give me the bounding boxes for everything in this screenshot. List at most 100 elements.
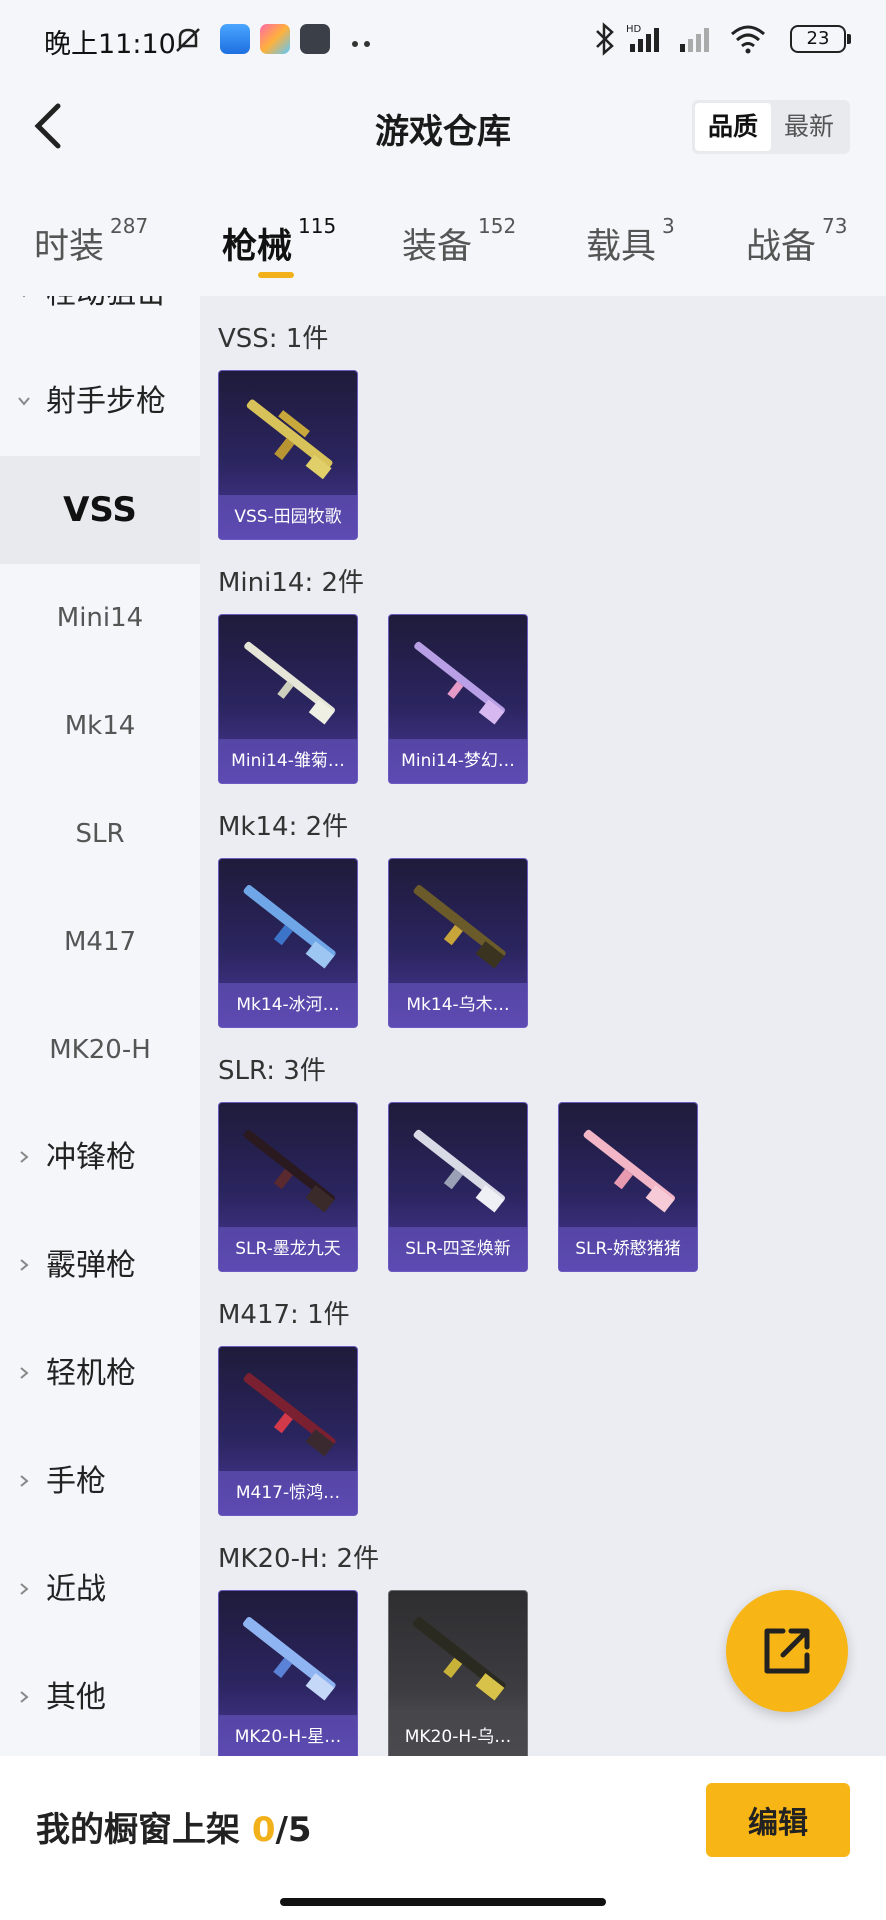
skin-card[interactable]: M417-惊鸿… — [218, 1346, 358, 1516]
skin-name: VSS-田园牧歌 — [219, 495, 357, 539]
skin-card[interactable]: Mini14-梦幻… — [388, 614, 528, 784]
category-tabs: 时装287 枪械115 装备152 载具3 战备73 — [0, 176, 886, 296]
tab-supplies[interactable]: 战备73 — [746, 214, 847, 269]
skin-card[interactable]: Mk14-乌木… — [388, 858, 528, 1028]
sidebar-item-shotgun[interactable]: 霰弹枪 — [0, 1212, 200, 1320]
skin-name: SLR-四圣焕新 — [389, 1227, 527, 1271]
section-label-mk20h: MK20-H: 2件 — [218, 1544, 380, 1574]
skin-card[interactable]: SLR-娇憨猪猪 — [558, 1102, 698, 1272]
sidebar-item-smg[interactable]: 冲锋枪 — [0, 1104, 200, 1212]
bottom-bar: 我的橱窗上架 0/5 编辑 — [0, 1756, 886, 1920]
signal-hd-icon: HD — [626, 22, 666, 58]
sidebar-item-label: 栓动狙击 — [46, 296, 166, 311]
tab-label: 载具 — [586, 227, 657, 267]
sort-quality-option[interactable]: 品质 — [695, 103, 771, 151]
skin-name: Mini14-雏菊… — [219, 739, 357, 783]
more-notifications-icon — [350, 34, 374, 53]
skin-card[interactable]: MK20-H-星… — [218, 1590, 358, 1756]
skin-card[interactable]: Mk14-冰河… — [218, 858, 358, 1028]
skin-name: M417-惊鸿… — [219, 1471, 357, 1515]
chevron-right-icon — [20, 1691, 29, 1703]
skin-card[interactable]: Mini14-雏菊… — [218, 614, 358, 784]
skin-card[interactable]: VSS-田园牧歌 — [218, 370, 358, 540]
sidebar-item-other[interactable]: 其他 — [0, 1644, 200, 1752]
status-bar: 晚上11:10 HD 23 — [0, 0, 886, 76]
header: 游戏仓库 品质 最新 — [0, 76, 886, 176]
sidebar-item-bolt-sniper[interactable]: 栓动狙击 — [0, 296, 200, 348]
sidebar-item-mini14[interactable]: Mini14 — [0, 564, 200, 672]
chevron-down-icon — [18, 397, 30, 406]
sidebar-item-marksman-rifle[interactable]: 射手步枪 — [0, 348, 200, 456]
tab-count: 73 — [822, 214, 848, 238]
rifle-icon — [243, 1373, 336, 1457]
tab-label: 战备 — [746, 227, 817, 267]
sidebar-item-mk20h[interactable]: MK20-H — [0, 996, 200, 1104]
edit-button[interactable]: 编辑 — [706, 1783, 850, 1857]
sidebar-item-m417[interactable]: M417 — [0, 888, 200, 996]
tab-vehicles[interactable]: 载具3 — [586, 214, 675, 269]
avatar-app-icon — [300, 24, 330, 54]
tab-count: 3 — [662, 214, 675, 238]
rifle-icon — [413, 1129, 505, 1213]
skin-name: Mk14-冰河… — [219, 983, 357, 1027]
chevron-right-icon — [20, 1367, 29, 1379]
section-label-slr: SLR: 3件 — [218, 1056, 326, 1086]
chevron-right-icon — [20, 1475, 29, 1487]
rifle-icon — [244, 641, 335, 725]
active-tab-indicator — [258, 272, 294, 278]
skin-name: MK20-H-乌… — [389, 1715, 527, 1756]
sort-toggle: 品质 最新 — [692, 100, 850, 154]
app-notification-icon — [220, 24, 250, 54]
showcase-label: 我的橱窗上架 — [36, 1810, 240, 1850]
rifle-icon — [246, 399, 333, 480]
skin-name: MK20-H-星… — [219, 1715, 357, 1756]
chevron-right-icon — [20, 1583, 29, 1595]
sidebar-item-label: 其他 — [46, 1680, 106, 1715]
showcase-total: /5 — [275, 1810, 312, 1850]
home-indicator[interactable] — [280, 1898, 606, 1906]
tab-count: 287 — [110, 214, 149, 238]
tab-label: 时装 — [34, 227, 105, 267]
skin-card[interactable]: SLR-四圣焕新 — [388, 1102, 528, 1272]
weapon-category-sidebar: 栓动狙击 射手步枪 VSS Mini14 Mk14 SLR M417 MK20-… — [0, 296, 200, 1756]
section-label-vss: VSS: 1件 — [218, 324, 329, 354]
rifle-icon — [243, 1129, 335, 1213]
section-label-mk14: Mk14: 2件 — [218, 812, 349, 842]
signal-weak-icon — [676, 22, 716, 58]
status-time: 晚上11:10 — [44, 29, 176, 60]
share-external-icon — [764, 1628, 810, 1674]
sidebar-item-slr[interactable]: SLR — [0, 780, 200, 888]
sidebar-item-pistol[interactable]: 手枪 — [0, 1428, 200, 1536]
share-button[interactable] — [726, 1590, 848, 1712]
sidebar-item-label: 手枪 — [46, 1464, 106, 1499]
sidebar-item-mk14[interactable]: Mk14 — [0, 672, 200, 780]
chevron-right-icon — [20, 1151, 29, 1163]
sidebar-item-label: 近战 — [46, 1572, 106, 1607]
tab-count: 115 — [298, 214, 337, 238]
sidebar-item-label: 轻机枪 — [46, 1356, 136, 1391]
sidebar-item-vss[interactable]: VSS — [0, 456, 200, 564]
skin-name: SLR-墨龙九天 — [219, 1227, 357, 1271]
tab-equipment[interactable]: 装备152 — [402, 214, 516, 269]
tab-fashion[interactable]: 时装287 — [34, 214, 148, 269]
skin-card[interactable]: MK20-H-乌… — [388, 1590, 528, 1756]
battery-indicator: 23 — [790, 25, 851, 53]
sort-newest-option[interactable]: 最新 — [771, 103, 847, 151]
skin-name: SLR-娇憨猪猪 — [559, 1227, 697, 1271]
tab-guns[interactable]: 枪械115 — [222, 214, 336, 269]
weapon-list: VSS: 1件 VSS-田园牧歌 Mini14: 2件 Mini14-雏菊… M… — [200, 296, 886, 1756]
wifi-icon — [728, 22, 768, 58]
rifle-icon — [413, 1617, 506, 1701]
section-label-m417: M417: 1件 — [218, 1300, 350, 1330]
skin-card[interactable]: SLR-墨龙九天 — [218, 1102, 358, 1272]
mute-bell-icon — [172, 24, 204, 60]
sidebar-item-lmg[interactable]: 轻机枪 — [0, 1320, 200, 1428]
chevron-down-icon — [22, 296, 26, 298]
tab-count: 152 — [478, 214, 517, 238]
skin-name: Mk14-乌木… — [389, 983, 527, 1027]
chevron-right-icon — [20, 1259, 29, 1271]
sidebar-item-melee[interactable]: 近战 — [0, 1536, 200, 1644]
sidebar-item-label: 射手步枪 — [46, 384, 166, 419]
game-app-icon — [260, 24, 290, 54]
svg-text:HD: HD — [626, 24, 642, 35]
